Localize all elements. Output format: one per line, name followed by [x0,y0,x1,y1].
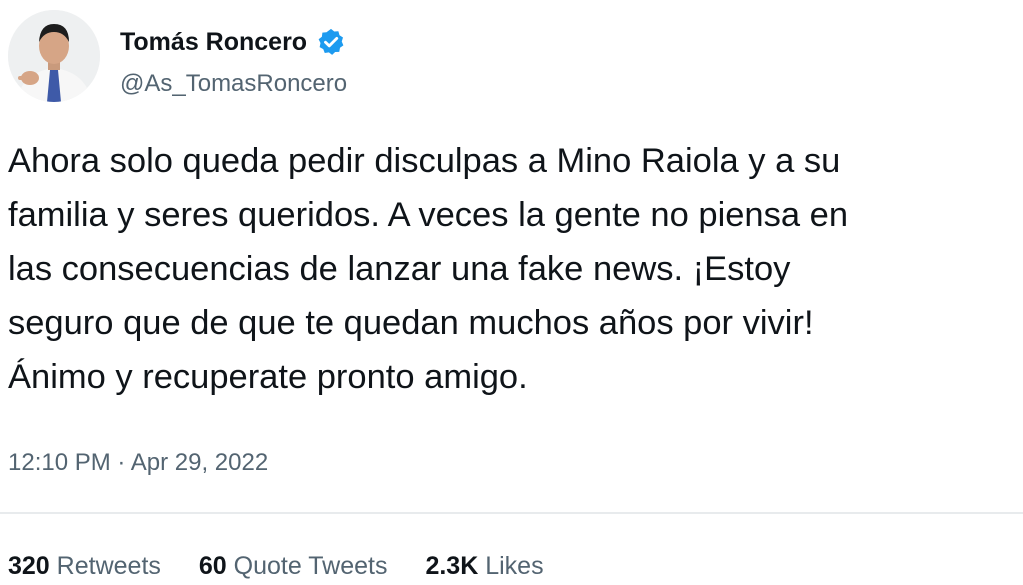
likes-count: 2.3K [425,552,479,580]
verified-badge-icon [318,28,344,55]
author-avatar[interactable] [8,10,100,102]
tweet-text-line: Ánimo y recuperate pronto amigo. [8,358,528,396]
divider [0,512,1023,514]
retweets-label: Retweets [56,552,161,580]
author-name-row: Tomás Roncero [120,24,346,60]
tweet-card: Tomás Roncero @As_TomasRoncero Ahora sol… [0,0,1023,585]
tweet-timestamp[interactable]: 12:10 PM · Apr 29, 2022 [8,449,268,477]
tweet-text-line: seguro que de que te quedan muchos años … [8,304,814,342]
tweet-text-line: familia y seres queridos. A veces la gen… [8,196,849,234]
quote-tweets-count: 60 [198,552,227,580]
avatar-image [8,10,100,102]
retweets-count: 320 [8,552,50,580]
author-display-name[interactable]: Tomás Roncero [120,28,307,57]
tweet-stats: 320 Retweets 60 Quote Tweets 2.3K Likes [8,552,544,581]
tweet-text: Ahora solo queda pedir disculpas a Mino … [8,134,1023,404]
tweet-text-line: las consecuencias de lanzar una fake new… [8,250,791,288]
quote-tweets-stat[interactable]: 60 Quote Tweets [199,552,388,581]
likes-label: Likes [485,552,544,580]
quote-tweets-label: Quote Tweets [233,552,388,580]
likes-stat[interactable]: 2.3K Likes [425,552,543,581]
tweet-text-line: Ahora solo queda pedir disculpas a Mino … [8,142,841,180]
retweets-stat[interactable]: 320 Retweets [8,552,161,581]
author-handle[interactable]: @As_TomasRoncero [120,70,347,98]
